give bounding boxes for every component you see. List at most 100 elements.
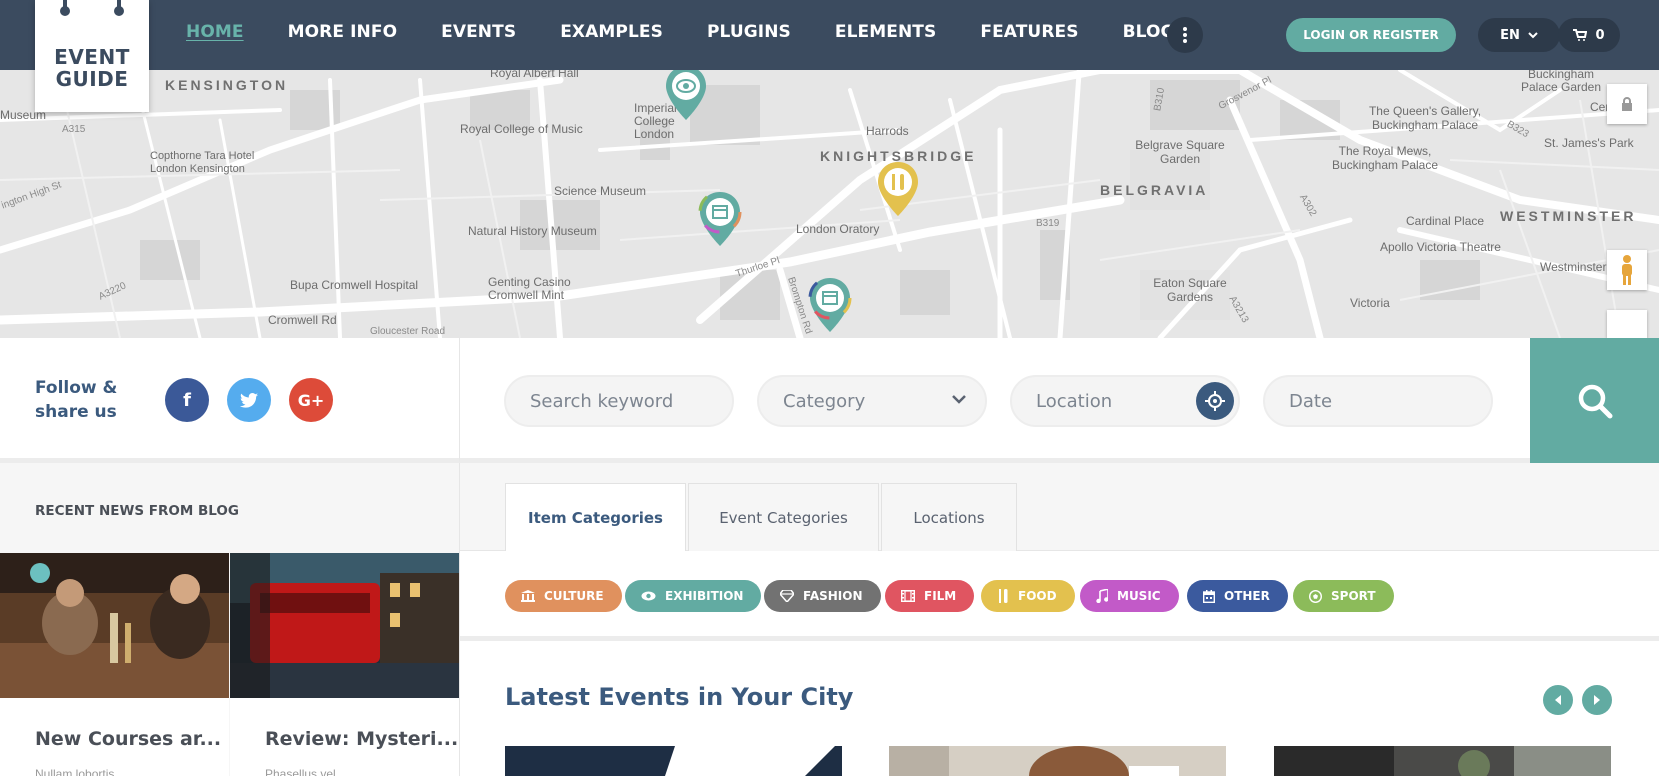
map-label-london-oratory: London Oratory xyxy=(796,222,880,236)
diamond-icon xyxy=(780,590,794,602)
blog-post-title-1[interactable]: New Courses ar... xyxy=(35,728,221,750)
event-photo-1 xyxy=(505,746,842,776)
map-street-view-button[interactable] xyxy=(1607,250,1647,290)
music-note-icon xyxy=(1096,589,1108,603)
search-keyword-placeholder: Search keyword xyxy=(530,390,674,412)
event-photo-3 xyxy=(1274,746,1611,776)
tab-event-categories[interactable]: Event Categories xyxy=(688,483,879,551)
map-label-queens-gallery: The Queen's Gallery, Buckingham Palace xyxy=(1368,104,1482,132)
map-label-bupa: Bupa Cromwell Hospital xyxy=(290,278,419,292)
logo-text-line2: GUIDE xyxy=(55,67,129,91)
latest-events-title: Latest Events in Your City xyxy=(505,683,854,711)
event-photo-2 xyxy=(889,746,1226,776)
facebook-button[interactable]: f xyxy=(165,378,209,422)
map-lock-button[interactable] xyxy=(1607,84,1647,124)
search-keyword-input[interactable]: Search keyword xyxy=(504,375,734,427)
map-zoom-in-button[interactable] xyxy=(1607,310,1647,338)
map-label-belgrave-square: Belgrave Square Garden xyxy=(1135,138,1225,166)
blog-post-image-1[interactable] xyxy=(0,553,229,698)
nav-home[interactable]: HOME xyxy=(186,22,244,42)
chevron-down-icon xyxy=(952,395,966,404)
tab-locations[interactable]: Locations xyxy=(881,483,1017,551)
category-film[interactable]: FILM xyxy=(885,580,975,612)
follow-panel: Follow & share us f G+ xyxy=(0,338,460,463)
nav-events[interactable]: EVENTS xyxy=(441,22,516,42)
fork-knife-icon xyxy=(999,589,1008,603)
category-sport[interactable]: SPORT xyxy=(1293,580,1394,612)
blog-post-image-2[interactable] xyxy=(230,553,459,698)
event-card-image-2[interactable] xyxy=(889,746,1226,776)
map-label-buckingham-garden: Buckingham Palace Garden xyxy=(1520,67,1602,94)
carousel-prev-button[interactable] xyxy=(1543,685,1573,715)
map-pin-multi-event-icon[interactable] xyxy=(696,190,744,250)
map-label-royal-college-music: Royal College of Music xyxy=(460,122,583,136)
event-card-image-3[interactable] xyxy=(1274,746,1611,776)
location-placeholder: Location xyxy=(1036,390,1113,412)
twitter-button[interactable] xyxy=(227,378,271,422)
category-exhibition[interactable]: EXHIBITION xyxy=(625,580,762,612)
tab-item-categories[interactable]: Item Categories xyxy=(505,483,686,552)
language-value: EN xyxy=(1500,27,1520,43)
map-label-kensington: KENSINGTON xyxy=(165,77,289,93)
google-plus-button[interactable]: G+ xyxy=(289,378,333,422)
date-input[interactable]: Date xyxy=(1263,375,1493,427)
category-food[interactable]: FOOD xyxy=(981,580,1075,612)
search-icon xyxy=(1578,384,1612,418)
follow-line2: share us xyxy=(35,402,117,422)
nav-features[interactable]: FEATURES xyxy=(980,22,1078,42)
workshop-photo xyxy=(0,553,229,698)
category-culture[interactable]: CULTURE xyxy=(505,580,622,612)
carousel-next-button[interactable] xyxy=(1582,685,1612,715)
event-card-image-1[interactable] xyxy=(505,746,842,776)
eye-icon xyxy=(641,591,656,601)
logo-hook-right xyxy=(114,0,124,16)
category-select[interactable]: Category xyxy=(757,375,987,427)
map-label-gloucester-rd: Gloucester Road xyxy=(370,326,446,337)
map-pin-exhibition-icon[interactable] xyxy=(662,64,710,124)
search-panel: Search keyword Category Location Date xyxy=(460,338,1659,463)
more-menu-button[interactable] xyxy=(1167,17,1203,53)
lock-icon xyxy=(1622,97,1632,111)
category-fashion[interactable]: FASHION xyxy=(764,580,881,612)
nav-examples[interactable]: EXAMPLES xyxy=(560,22,663,42)
map-label-a315: A315 xyxy=(62,124,86,135)
site-logo[interactable]: EVENT GUIDE xyxy=(35,0,149,112)
category-other-label: OTHER xyxy=(1224,589,1270,603)
location-input[interactable]: Location xyxy=(1010,375,1240,427)
blog-post-title-2[interactable]: Review: Mysteri... xyxy=(265,728,458,750)
map-label-harrods: Harrods xyxy=(866,124,909,138)
category-tags: CULTURE EXHIBITION FASHION FILM FOOD MUS… xyxy=(460,551,1659,641)
cart-button[interactable]: 0 xyxy=(1558,18,1620,52)
cart-count: 0 xyxy=(1595,27,1605,43)
arrow-right-icon xyxy=(1594,695,1600,705)
category-music[interactable]: MUSIC xyxy=(1080,580,1179,612)
nav-elements[interactable]: ELEMENTS xyxy=(835,22,936,42)
nav-more-info[interactable]: MORE INFO xyxy=(288,22,398,42)
language-selector[interactable]: EN xyxy=(1478,18,1560,52)
search-submit-button[interactable] xyxy=(1530,338,1659,463)
map-label-natural-history-museum: Natural History Museum xyxy=(468,224,597,238)
category-other[interactable]: OTHER xyxy=(1187,580,1288,612)
nav-plugins[interactable]: PLUGINS xyxy=(707,22,791,42)
london-bus-photo xyxy=(230,553,459,698)
recent-news-title: RECENT NEWS FROM BLOG xyxy=(35,503,239,519)
map-pin-food-icon[interactable] xyxy=(874,160,922,220)
date-placeholder: Date xyxy=(1289,390,1333,412)
category-film-label: FILM xyxy=(924,589,957,603)
logo-hook-left xyxy=(60,0,70,16)
twitter-icon xyxy=(240,392,258,408)
category-fashion-label: FASHION xyxy=(803,589,863,603)
top-navbar: EVENT GUIDE HOME MORE INFO EVENTS EXAMPL… xyxy=(0,0,1659,112)
crosshair-icon xyxy=(1205,391,1225,411)
main-nav: HOME MORE INFO EVENTS EXAMPLES PLUGINS E… xyxy=(186,22,1219,42)
map-label-science-museum: Science Museum xyxy=(554,184,647,198)
login-register-button[interactable]: LOGIN OR REGISTER xyxy=(1286,18,1456,52)
map-pin-multi-event-icon-2[interactable] xyxy=(806,276,854,336)
map-label-genting: Genting Casino Cromwell Mint xyxy=(488,275,571,302)
category-culture-label: CULTURE xyxy=(544,589,604,603)
map-label-cromwell-rd: Cromwell Rd xyxy=(268,313,337,327)
blog-post-excerpt-2: Phasellus vel... xyxy=(265,767,346,776)
film-icon xyxy=(901,590,915,602)
locate-me-button[interactable] xyxy=(1196,382,1234,420)
blog-post-excerpt-1: Nullam lobortis... xyxy=(35,767,125,776)
